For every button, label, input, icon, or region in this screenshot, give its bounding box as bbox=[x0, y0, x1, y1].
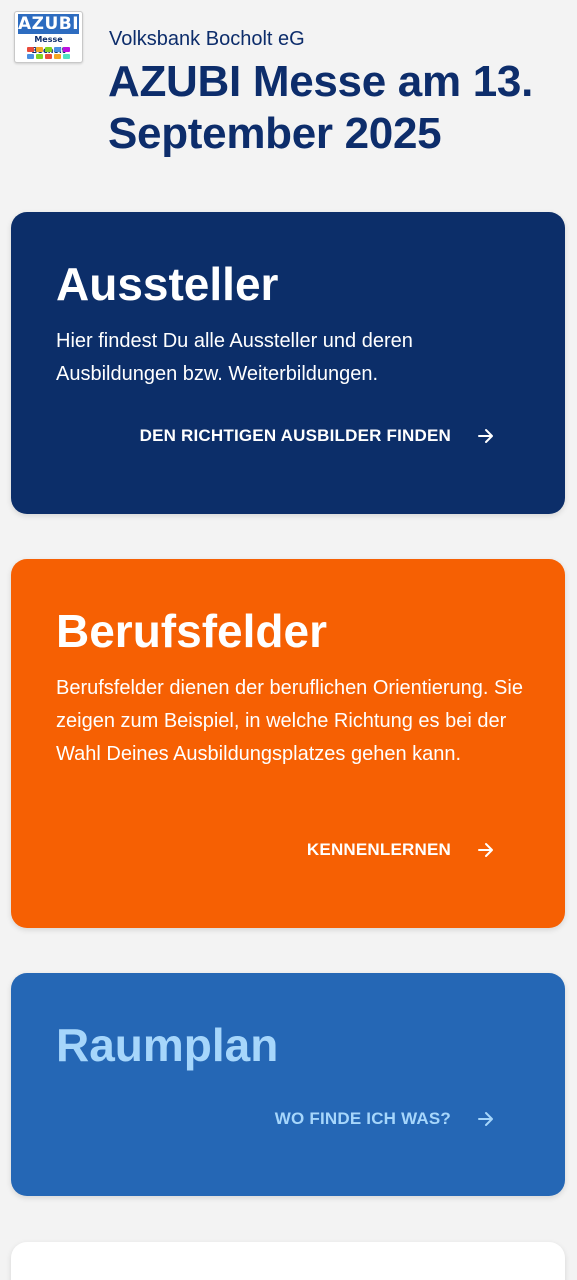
bank-name: Volksbank Bocholt eG bbox=[109, 28, 305, 50]
arrow-right-icon bbox=[478, 1112, 493, 1126]
card-description: Berufsfelder dienen der beruflichen Orie… bbox=[56, 677, 523, 765]
link-label: WO FINDE ICH WAS? bbox=[274, 1109, 451, 1128]
card-description: Hier findest Du alle Aussteller und dere… bbox=[56, 330, 413, 385]
link-label: DEN RICHTIGEN AUSBILDER FINDEN bbox=[139, 426, 451, 445]
card-title: Raumplan bbox=[56, 1019, 279, 1071]
next-card[interactable] bbox=[11, 1242, 565, 1280]
azubi-messe-logo[interactable]: AZUBI Messe Bocholt bbox=[14, 11, 83, 63]
logo-subtitle: Messe Bocholt bbox=[31, 35, 65, 55]
logo-title: AZUBI bbox=[18, 14, 80, 34]
room-plan-card[interactable]: Raumplan WO FINDE ICH WAS? bbox=[11, 973, 565, 1196]
page-title: AZUBI Messe am 13. September 2025 bbox=[108, 57, 533, 158]
arrow-right-icon bbox=[478, 843, 493, 857]
card-title: Berufsfelder bbox=[56, 605, 327, 657]
where-to-find-link[interactable]: WO FINDE ICH WAS? bbox=[275, 1107, 495, 1131]
find-exhibitor-link[interactable]: DEN RICHTIGEN AUSBILDER FINDEN bbox=[140, 424, 495, 448]
arrow-right-icon bbox=[478, 429, 493, 443]
discover-link[interactable]: KENNENLERNEN bbox=[307, 838, 495, 862]
logo-decoration bbox=[27, 47, 75, 61]
career-fields-card[interactable]: Berufsfelder Berufsfelder dienen der ber… bbox=[11, 559, 565, 928]
page-header: AZUBI Messe Bocholt Volksbank Bocholt eG… bbox=[0, 0, 577, 200]
exhibitors-card[interactable]: Aussteller Hier findest Du alle Ausstell… bbox=[11, 212, 565, 514]
link-label: KENNENLERNEN bbox=[306, 840, 451, 859]
card-title: Aussteller bbox=[56, 258, 279, 310]
